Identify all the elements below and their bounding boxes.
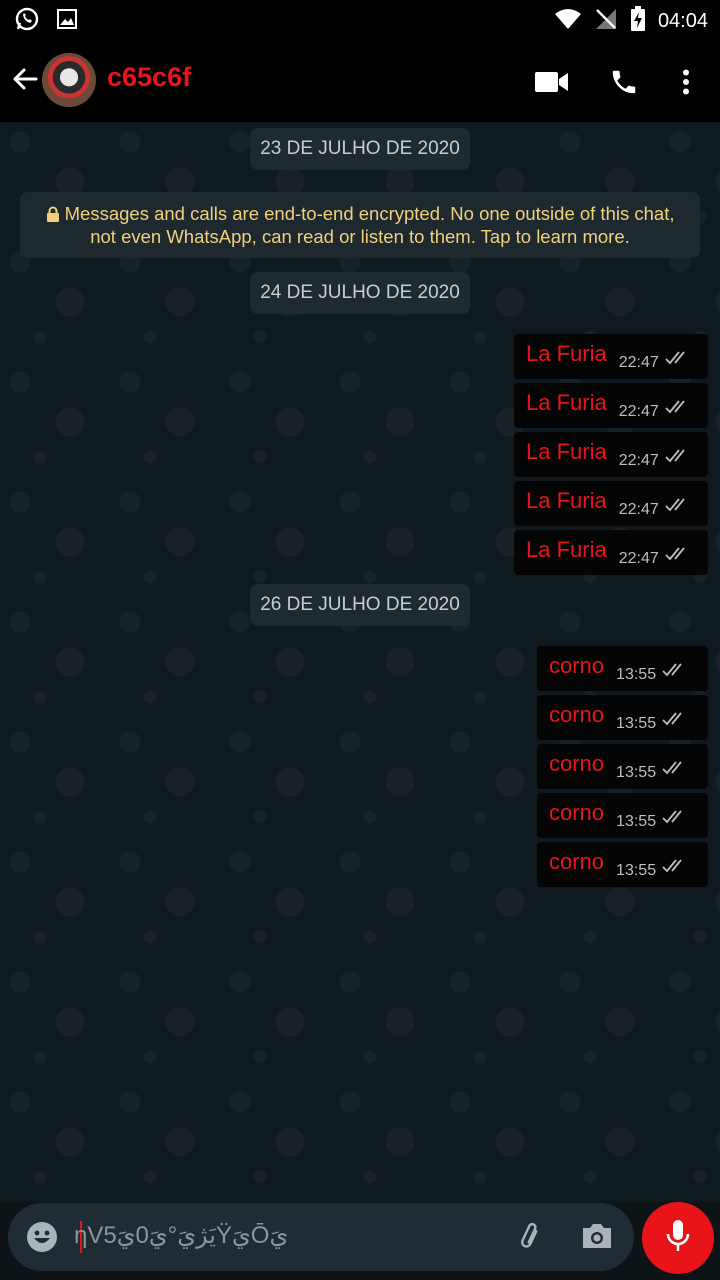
more-options-icon[interactable] xyxy=(666,62,706,102)
message-text: corno xyxy=(549,701,605,727)
video-call-icon[interactable] xyxy=(532,62,572,102)
double-check-icon xyxy=(665,448,691,469)
message-bubble[interactable]: La Furia 22:47 xyxy=(514,481,708,526)
message-bubble[interactable]: corno 13:55 xyxy=(537,695,708,740)
date-chip: 23 DE JULHO DE 2020 xyxy=(250,128,470,170)
double-check-icon xyxy=(665,399,691,420)
encryption-notice-text-line1: Messages and calls are end-to-end encryp… xyxy=(64,203,675,224)
message-time: 13:55 xyxy=(616,861,657,879)
image-notification-icon xyxy=(56,8,78,35)
message-text: La Furia xyxy=(526,340,607,366)
message-text: corno xyxy=(549,848,605,874)
message-text: corno xyxy=(549,750,605,776)
mic-button[interactable] xyxy=(642,1202,714,1274)
attach-icon[interactable] xyxy=(516,1221,548,1253)
double-check-icon xyxy=(662,760,688,781)
encryption-notice-text-line2: not even WhatsApp, can read or listen to… xyxy=(90,226,630,247)
date-chip: 26 DE JULHO DE 2020 xyxy=(250,584,470,626)
message-time: 13:55 xyxy=(616,812,657,830)
message-time: 22:47 xyxy=(618,402,659,420)
message-bubble[interactable]: La Furia 22:47 xyxy=(514,432,708,477)
double-check-icon xyxy=(662,662,688,683)
chat-header: c65c6f xyxy=(0,40,720,122)
message-text: La Furia xyxy=(526,536,607,562)
double-check-icon xyxy=(662,809,688,830)
message-bubble[interactable]: La Furia 22:47 xyxy=(514,383,708,428)
no-signal-icon xyxy=(594,7,618,36)
whatsapp-notification-icon xyxy=(14,6,40,37)
message-text: La Furia xyxy=(526,438,607,464)
message-bubble[interactable]: La Furia 22:47 xyxy=(514,530,708,575)
message-input[interactable]: ƞV5يَژيَ°يَ0يَŸيَŌيَ xyxy=(74,1221,288,1250)
mic-icon xyxy=(665,1219,691,1258)
wifi-icon xyxy=(554,7,582,36)
message-time: 13:55 xyxy=(616,665,657,683)
message-bubble[interactable]: corno 13:55 xyxy=(537,842,708,887)
double-check-icon xyxy=(662,858,688,879)
message-time: 22:47 xyxy=(618,500,659,518)
clock: 04:04 xyxy=(657,10,708,32)
double-check-icon xyxy=(665,350,691,371)
encryption-notice[interactable]: Messages and calls are end-to-end encryp… xyxy=(20,192,700,258)
lock-icon xyxy=(46,203,65,224)
message-time: 22:47 xyxy=(618,549,659,567)
message-text: La Furia xyxy=(526,389,607,415)
contact-name[interactable]: c65c6f xyxy=(107,62,191,93)
message-time: 13:55 xyxy=(616,763,657,781)
double-check-icon xyxy=(665,546,691,567)
message-bubble[interactable]: corno 13:55 xyxy=(537,793,708,838)
emoji-icon[interactable] xyxy=(26,1221,58,1253)
message-text: corno xyxy=(549,652,605,678)
message-text: corno xyxy=(549,799,605,825)
message-bubble[interactable]: La Furia 22:47 xyxy=(514,334,708,379)
message-text: La Furia xyxy=(526,487,607,513)
message-composer[interactable]: ƞV5يَژيَ°يَ0يَŸيَŌيَ xyxy=(8,1203,634,1271)
contact-avatar[interactable] xyxy=(42,53,96,107)
battery-charging-icon xyxy=(630,6,646,37)
message-bubble[interactable]: corno 13:55 xyxy=(537,646,708,691)
message-time: 22:47 xyxy=(618,451,659,469)
date-chip: 24 DE JULHO DE 2020 xyxy=(250,272,470,314)
message-time: 13:55 xyxy=(616,714,657,732)
double-check-icon xyxy=(665,497,691,518)
camera-icon[interactable] xyxy=(580,1221,616,1253)
chat-area[interactable]: 23 DE JULHO DE 2020 Messages and calls a… xyxy=(0,122,720,1202)
back-arrow-icon[interactable] xyxy=(10,64,40,94)
message-bubble[interactable]: corno 13:55 xyxy=(537,744,708,789)
status-bar: 04:04 xyxy=(0,0,720,40)
double-check-icon xyxy=(662,711,688,732)
message-time: 22:47 xyxy=(618,353,659,371)
voice-call-icon[interactable] xyxy=(604,62,644,102)
